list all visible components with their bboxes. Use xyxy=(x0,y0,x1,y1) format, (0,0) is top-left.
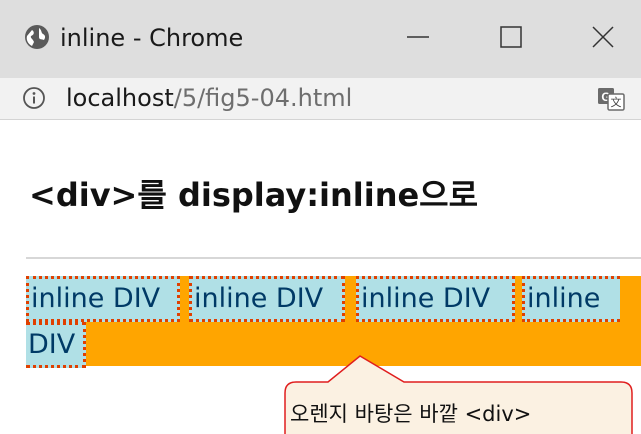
horizontal-rule xyxy=(26,257,641,259)
inline-div-1: inline DIV xyxy=(26,276,180,322)
callout-text: 오렌지 바탕은 바깥 <div> xyxy=(290,402,532,426)
chrome-globe-icon xyxy=(25,25,49,49)
svg-text:文: 文 xyxy=(611,95,622,109)
url-host: localhost xyxy=(66,84,174,112)
outer-div-background-row2 xyxy=(26,320,641,366)
inline-div-4: inline xyxy=(522,276,620,322)
inline-div-2: inline DIV xyxy=(189,276,345,322)
maximize-icon xyxy=(500,26,522,48)
browser-window: inline - Chrome localhost/5/fig5-04.html… xyxy=(0,0,641,434)
maximize-button[interactable] xyxy=(486,14,536,60)
window-title: inline - Chrome xyxy=(60,24,244,52)
inline-div-3: inline DIV xyxy=(356,276,515,322)
minimize-button[interactable] xyxy=(393,14,443,60)
page-content: <div>를 display:inline으로 inline DIV inlin… xyxy=(0,121,641,434)
info-icon[interactable] xyxy=(22,86,46,110)
close-icon xyxy=(592,26,614,48)
url-field[interactable]: localhost/5/fig5-04.html xyxy=(66,83,352,113)
address-bar[interactable]: localhost/5/fig5-04.html G 文 xyxy=(0,78,641,120)
inline-div-4-continued: DIV xyxy=(26,322,86,368)
title-bar: inline - Chrome xyxy=(0,0,641,78)
close-button[interactable] xyxy=(578,14,628,60)
page-heading: <div>를 display:inline으로 xyxy=(29,176,479,214)
minimize-icon xyxy=(407,36,429,38)
translate-icon[interactable]: G 文 xyxy=(596,84,626,114)
url-path: /5/fig5-04.html xyxy=(173,84,353,112)
